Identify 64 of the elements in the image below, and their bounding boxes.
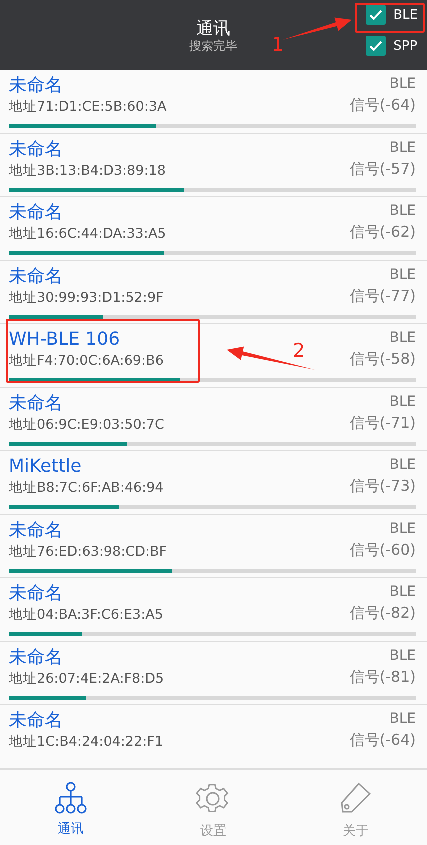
device-name: 未命名 [9,520,64,542]
filter-checkbox[interactable] [366,5,386,25]
signal-strength: 信号(-64) [350,730,416,751]
device-address: 地址3B:13:B4:D3:89:18 [9,162,166,180]
device-type: BLE [390,456,416,474]
device-row[interactable]: 未命名 地址06:9C:E9:03:50:7C BLE 信号(-71) [0,388,427,451]
signal-strength: 信号(-60) [350,540,416,560]
device-row[interactable]: 未命名 地址76:ED:63:98:CD:BF BLE 信号(-60) [0,514,427,578]
device-address: 地址F4:70:0C:6A:69:B6 [9,352,164,371]
device-row[interactable]: 未命名 地址3B:13:B4:D3:89:18 BLE 信号(-57) [0,134,427,197]
device-type: BLE [390,583,416,601]
device-address: 地址16:6C:44:DA:33:A5 [9,225,166,244]
device-name: 未命名 [9,266,64,288]
device-row[interactable]: 未命名 地址30:99:93:D1:52:9F BLE 信号(-77) [0,260,427,324]
device-type: BLE [390,392,416,410]
device-name: 未命名 [9,710,64,732]
nav-tab[interactable]: 通讯 [16,770,126,845]
signal-strength: 信号(-64) [350,95,416,116]
device-name: MiKettle [9,456,83,478]
signal-strength: 信号(-62) [350,222,416,243]
device-name: 未命名 [9,202,64,224]
check-icon [368,40,383,52]
highlight-frame [355,3,425,33]
signal-strength: 信号(-57) [350,158,416,180]
signal-strength: 信号(-58) [350,349,416,370]
device-address: 地址26:07:4E:2A:F8:D5 [9,670,164,688]
signal-strength: 信号(-81) [350,666,416,688]
signal-strength: 信号(-71) [350,412,416,434]
annotation-number: 2 [293,340,306,362]
device-name: WH-BLE 106 [9,329,122,351]
device-address: 地址30:99:93:D1:52:9F [9,288,164,308]
device-type: BLE [390,266,416,284]
status-text: 搜索完毕 [190,39,238,53]
device-name: 未命名 [9,646,64,668]
device-address: 地址04:BA:3F:C6:E3:A5 [9,606,164,625]
device-type: BLE [390,520,416,538]
tag-icon [338,782,373,816]
filter-label: BLE [394,8,418,22]
screen-title: 通讯 [196,19,230,39]
device-type: BLE [390,202,416,220]
annotation-number: 1 [272,34,284,56]
device-address: 地址76:ED:63:98:CD:BF [9,542,168,562]
device-name: 未命名 [9,583,64,605]
device-name: 未命名 [9,75,64,97]
device-type: BLE [390,329,416,347]
check-icon [368,9,383,21]
device-type: BLE [390,138,416,156]
device-type: BLE [390,646,416,664]
device-address: 地址71:D1:CE:5B:60:3A [9,98,167,117]
device-address: 地址06:9C:E9:03:50:7C [9,416,164,434]
device-name: 未命名 [9,392,64,414]
signal-strength: 信号(-82) [350,603,416,624]
device-address: 地址B8:7C:6F:AB:46:94 [9,479,164,498]
device-address: 地址1C:B4:24:04:22:F1 [9,733,164,752]
device-row[interactable]: 未命名 地址26:07:4E:2A:F8:D5 BLE 信号(-81) [0,642,427,705]
device-name: 未命名 [9,138,64,160]
annotation-arrow [283,18,352,40]
filter-label: SPP [394,38,418,54]
signal-strength: 信号(-77) [350,286,416,306]
filter-checkbox[interactable] [366,36,386,56]
signal-strength: 信号(-73) [350,476,416,497]
device-type: BLE [390,75,416,93]
network-icon [54,782,88,814]
device-type: BLE [390,710,416,728]
